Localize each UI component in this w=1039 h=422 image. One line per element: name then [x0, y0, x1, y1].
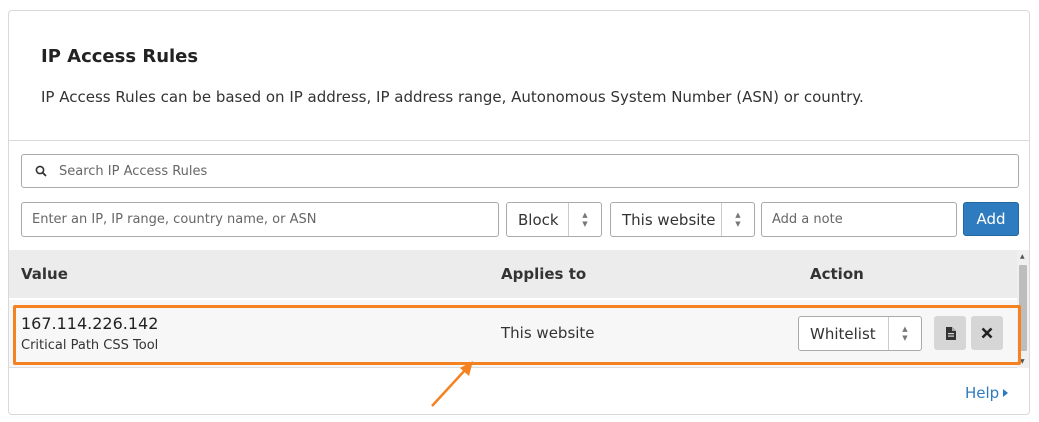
- mode-select[interactable]: Block ▲ ▼: [506, 202, 602, 237]
- column-header-action: Action: [810, 265, 864, 283]
- page-title: IP Access Rules: [41, 46, 199, 67]
- column-header-applies-to: Applies to: [501, 265, 587, 283]
- ip-access-rules-card: IP Access Rules IP Access Rules can be b…: [8, 10, 1030, 415]
- scroll-up-icon[interactable]: ▲: [1020, 253, 1025, 260]
- caret-right-icon: [1003, 389, 1009, 397]
- mode-select-value: Block: [518, 210, 559, 229]
- help-link[interactable]: Help: [965, 384, 1009, 402]
- highlight-box: [13, 305, 1021, 365]
- row-divider: [9, 367, 1017, 368]
- ip-input[interactable]: [21, 202, 499, 237]
- updown-arrows-icon: ▲ ▼: [721, 203, 754, 236]
- help-label: Help: [965, 384, 1000, 402]
- search-bar[interactable]: [21, 154, 1019, 188]
- search-input[interactable]: [57, 162, 1018, 180]
- divider: [9, 140, 1029, 141]
- note-input[interactable]: [761, 202, 957, 237]
- add-button[interactable]: Add: [963, 202, 1019, 236]
- page-description: IP Access Rules can be based on IP addre…: [41, 88, 864, 106]
- scope-select[interactable]: This website ▲ ▼: [610, 202, 755, 237]
- column-header-value: Value: [21, 265, 68, 283]
- updown-arrows-icon: ▲ ▼: [568, 203, 601, 236]
- scope-select-value: This website: [622, 210, 716, 229]
- search-icon: [35, 165, 47, 177]
